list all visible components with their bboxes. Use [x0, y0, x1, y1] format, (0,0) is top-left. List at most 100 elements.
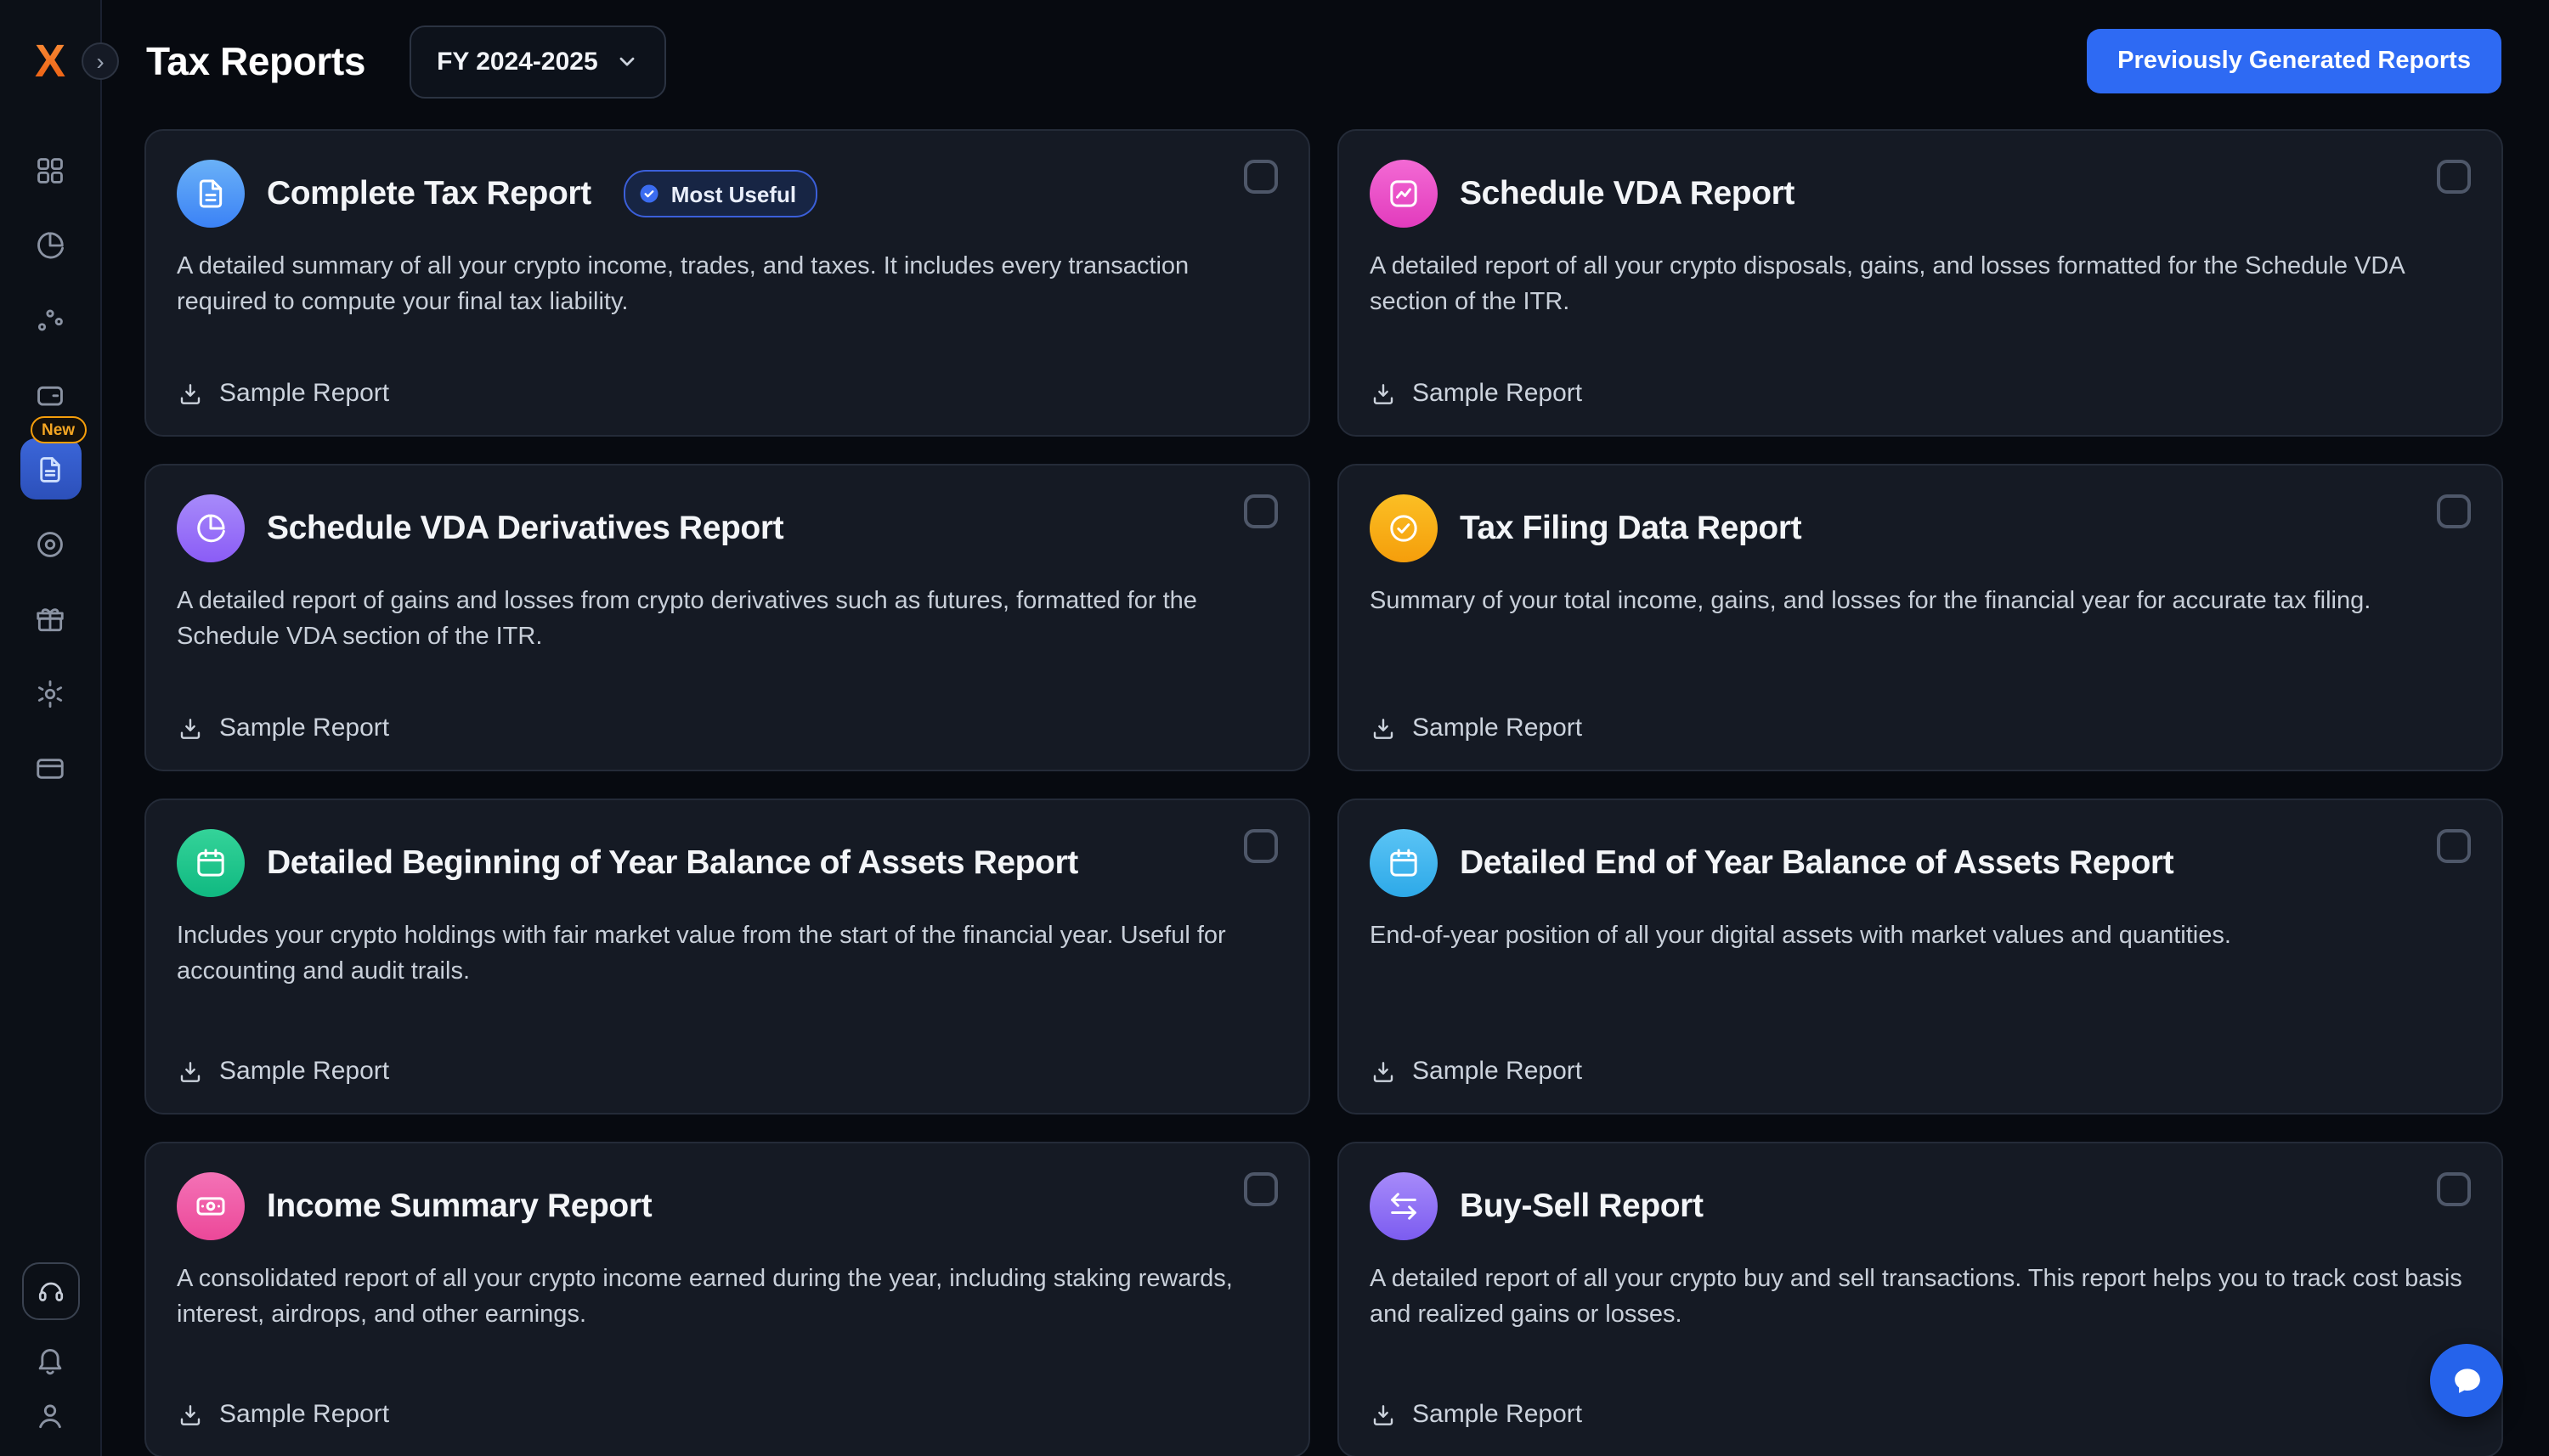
- report-card: Buy-Sell Report A detailed report of all…: [1337, 1142, 2503, 1456]
- income-icon: [194, 1189, 228, 1223]
- report-checkbox[interactable]: [2437, 160, 2471, 194]
- download-icon: [177, 1401, 204, 1428]
- download-icon: [177, 1058, 204, 1085]
- report-card-title: Detailed Beginning of Year Balance of As…: [267, 844, 1078, 883]
- pie-icon: [194, 511, 228, 545]
- report-card: Schedule VDA Report A detailed report of…: [1337, 129, 2503, 437]
- sidebar-item-dashboard-grid[interactable]: [20, 139, 81, 200]
- calendar-icon: [194, 846, 228, 880]
- download-icon: [1370, 380, 1397, 407]
- topbar: Tax Reports FY 2024-2025 Previously Gene…: [102, 0, 2549, 122]
- report-checkbox[interactable]: [2437, 494, 2471, 528]
- new-badge: New: [30, 416, 87, 443]
- fy-selector-label: FY 2024-2025: [437, 47, 598, 76]
- check-icon: [1387, 511, 1421, 545]
- sample-report-link[interactable]: Sample Report: [177, 379, 389, 408]
- tax-reports-icon: [34, 453, 66, 485]
- report-card-description: Summary of your total income, gains, and…: [1370, 584, 2471, 620]
- report-card-title: Schedule VDA Report: [1460, 174, 1794, 213]
- sidebar-item-settings-gear[interactable]: [20, 663, 81, 724]
- sample-report-link[interactable]: Sample Report: [177, 1400, 389, 1429]
- report-card-title: Schedule VDA Derivatives Report: [267, 509, 783, 548]
- report-card-description: A detailed report of all your crypto buy…: [1370, 1262, 2471, 1334]
- stage: X › New Tax Reports FY 2024-2025 Previou…: [0, 0, 2549, 1456]
- download-icon: [1370, 1401, 1397, 1428]
- report-card: Detailed End of Year Balance of Assets R…: [1337, 799, 2503, 1115]
- main-area: Tax Reports FY 2024-2025 Previously Gene…: [102, 0, 2549, 1456]
- gift-icon: [34, 602, 66, 635]
- report-checkbox[interactable]: [1244, 494, 1278, 528]
- sidebar-item-gift[interactable]: [20, 588, 81, 649]
- sidebar-item-scatter[interactable]: [20, 289, 81, 350]
- report-checkbox[interactable]: [1244, 160, 1278, 194]
- sidebar-item-billing-card[interactable]: [20, 737, 81, 799]
- report-checkbox[interactable]: [2437, 1172, 2471, 1206]
- sidebar-item-pie-chart[interactable]: [20, 214, 81, 275]
- report-card-description: A detailed report of all your crypto dis…: [1370, 250, 2471, 321]
- calendar-icon: [1387, 846, 1421, 880]
- report-card-description: A detailed summary of all your crypto in…: [177, 250, 1278, 321]
- sample-report-link[interactable]: Sample Report: [1370, 379, 1582, 408]
- sidebar-item-tax-reports[interactable]: New: [20, 438, 81, 499]
- report-card-description: A detailed report of gains and losses fr…: [177, 584, 1278, 656]
- calendar-icon: [177, 829, 245, 897]
- chart-icon: [1387, 177, 1421, 211]
- scatter-icon: [34, 303, 66, 336]
- sample-report-link[interactable]: Sample Report: [1370, 1057, 1582, 1086]
- verified-badge-icon: [637, 182, 661, 206]
- sidebar: X › New: [0, 0, 102, 1456]
- bell-icon: [34, 1344, 66, 1376]
- page-title: Tax Reports: [146, 38, 365, 84]
- bell-button[interactable]: [34, 1344, 66, 1376]
- sidebar-item-disc[interactable]: [20, 513, 81, 574]
- disc-icon: [34, 528, 66, 560]
- report-card: Income Summary Report A consolidated rep…: [144, 1142, 1310, 1456]
- sample-report-link[interactable]: Sample Report: [177, 1057, 389, 1086]
- swap-icon: [1387, 1189, 1421, 1223]
- user-button[interactable]: [34, 1400, 66, 1432]
- koinx-logo[interactable]: X: [23, 34, 77, 88]
- sidebar-nav: New: [20, 139, 81, 799]
- support-headset-button[interactable]: [21, 1262, 79, 1320]
- download-icon: [177, 380, 204, 407]
- report-card-title: Detailed End of Year Balance of Assets R…: [1460, 844, 2173, 883]
- report-checkbox[interactable]: [1244, 829, 1278, 863]
- report-card-description: Includes your crypto holdings with fair …: [177, 919, 1278, 990]
- calendar-icon: [1370, 829, 1438, 897]
- settings-gear-icon: [34, 677, 66, 709]
- report-card-description: A consolidated report of all your crypto…: [177, 1262, 1278, 1334]
- user-icon: [34, 1400, 66, 1432]
- support-headset-icon: [35, 1276, 65, 1306]
- report-card: Detailed Beginning of Year Balance of As…: [144, 799, 1310, 1115]
- chevron-down-icon: [615, 49, 639, 73]
- chart-icon: [1370, 160, 1438, 228]
- sidebar-expand-button[interactable]: ›: [82, 42, 119, 80]
- report-cards-grid: Complete Tax Report Most Useful A detail…: [102, 122, 2549, 1456]
- download-icon: [1370, 714, 1397, 742]
- sidebar-bottom: [21, 1262, 79, 1432]
- fy-selector[interactable]: FY 2024-2025: [410, 25, 666, 98]
- income-icon: [177, 1172, 245, 1240]
- sample-report-link[interactable]: Sample Report: [177, 714, 389, 742]
- swap-icon: [1370, 1172, 1438, 1240]
- download-icon: [177, 714, 204, 742]
- chat-button[interactable]: [2430, 1344, 2503, 1417]
- most-useful-badge: Most Useful: [624, 170, 817, 217]
- check-icon: [1370, 494, 1438, 562]
- previously-generated-reports-button[interactable]: Previously Generated Reports: [2087, 29, 2501, 93]
- pie-icon: [177, 494, 245, 562]
- file-icon: [177, 160, 245, 228]
- app-root: X › New Tax Reports FY 2024-2025 Previou…: [0, 0, 2549, 1456]
- report-card-description: End-of-year position of all your digital…: [1370, 919, 2471, 955]
- sample-report-link[interactable]: Sample Report: [1370, 1400, 1582, 1429]
- report-card: Schedule VDA Derivatives Report A detail…: [144, 464, 1310, 771]
- report-card: Complete Tax Report Most Useful A detail…: [144, 129, 1310, 437]
- download-icon: [1370, 1058, 1397, 1085]
- report-checkbox[interactable]: [2437, 829, 2471, 863]
- chat-bubble-icon: [2448, 1362, 2485, 1399]
- sample-report-link[interactable]: Sample Report: [1370, 714, 1582, 742]
- report-checkbox[interactable]: [1244, 1172, 1278, 1206]
- dashboard-grid-icon: [34, 154, 66, 186]
- report-card-title: Income Summary Report: [267, 1187, 652, 1226]
- report-card-title: Complete Tax Report: [267, 174, 591, 213]
